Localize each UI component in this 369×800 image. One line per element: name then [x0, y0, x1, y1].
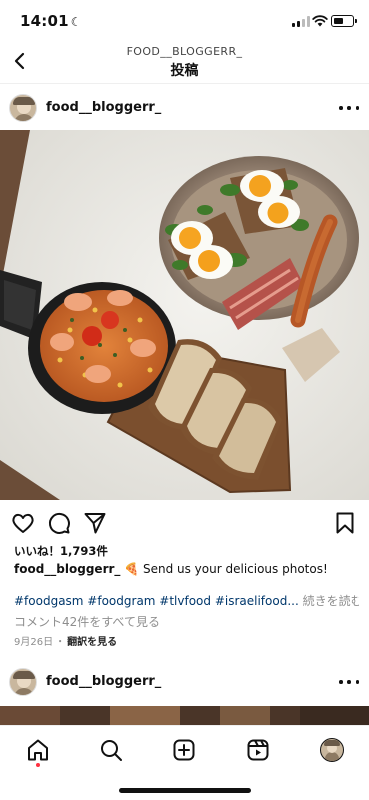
next-post-photo[interactable]: [0, 706, 369, 726]
post-photo[interactable]: [0, 130, 369, 500]
moon-icon: ☾: [70, 15, 82, 29]
top-navigation: FOOD__BLOGGERR_ 投稿: [0, 40, 369, 84]
read-more-link[interactable]: 続きを読む: [299, 594, 359, 608]
signal-icon: [292, 16, 310, 27]
caption-text: 🍕 Send us your delicious photos!: [120, 562, 328, 576]
battery-level: [333, 17, 343, 24]
profile-avatar[interactable]: [320, 738, 344, 762]
status-bar: 14:01 ☾: [0, 0, 369, 44]
home-indicator: [119, 788, 251, 793]
post-actions: [0, 508, 369, 538]
home-icon[interactable]: [26, 738, 50, 762]
battery-icon: [331, 15, 357, 27]
like-count[interactable]: いいね！1,793件: [14, 543, 108, 559]
avatar[interactable]: [9, 94, 37, 122]
view-comments-link[interactable]: コメント42件をすべて見る: [14, 613, 160, 630]
post-caption: food__bloggerr_ 🍕 Send us your delicious…: [14, 561, 359, 577]
caption-username[interactable]: food__bloggerr_: [14, 562, 120, 576]
heart-icon[interactable]: [10, 510, 36, 536]
next-post-header: food__bloggerr_: [0, 664, 369, 706]
bookmark-icon[interactable]: [332, 510, 358, 536]
wifi-icon: [312, 15, 328, 27]
notification-dot: [36, 763, 40, 767]
more-options-icon[interactable]: [339, 98, 359, 118]
translate-link[interactable]: 翻訳を見る: [67, 637, 117, 648]
reels-icon[interactable]: [246, 738, 270, 762]
next-post-username[interactable]: food__bloggerr_: [46, 674, 161, 689]
header-account: FOOD__BLOGGERR_: [126, 45, 243, 58]
search-icon[interactable]: [99, 738, 123, 762]
share-icon[interactable]: [82, 510, 108, 536]
page-title: 投稿: [170, 63, 199, 79]
status-time: 14:01 ☾: [20, 12, 82, 30]
post-date: 9月26日・翻訳を見る: [14, 637, 118, 648]
more-options-icon[interactable]: [339, 672, 359, 692]
create-icon[interactable]: [172, 738, 196, 762]
hashtags: #foodgasm #foodgram #tlvfood #israelifoo…: [14, 592, 359, 609]
comment-icon[interactable]: [46, 510, 72, 536]
post-username[interactable]: food__bloggerr_: [46, 100, 161, 115]
post-header: food__bloggerr_: [0, 90, 369, 132]
avatar[interactable]: [9, 668, 37, 696]
hashtag-links[interactable]: #foodgasm #foodgram #tlvfood #israelifoo…: [14, 594, 299, 608]
